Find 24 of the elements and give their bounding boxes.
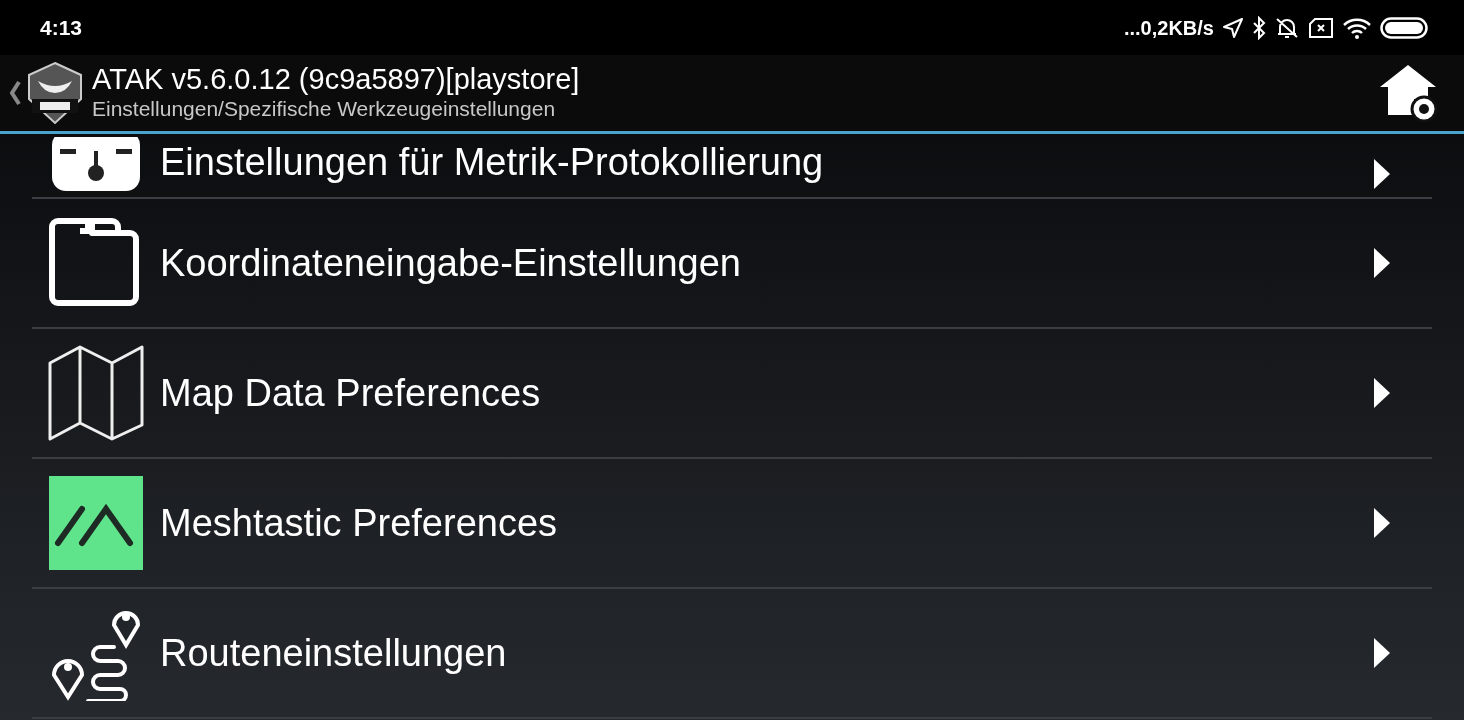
network-speed: ...0,2KB/s xyxy=(1123,15,1214,41)
app-title: ATAK v5.6.0.12 (9c9a5897)[playstore] xyxy=(92,64,581,97)
muted-bell-icon xyxy=(1274,15,1300,40)
preference-label[interactable]: Routeneinstellungen xyxy=(160,624,1372,682)
chevron-right-icon[interactable] xyxy=(1372,506,1392,540)
chevron-right-icon[interactable] xyxy=(1372,376,1392,410)
battery-icon xyxy=(1380,16,1428,39)
preference-label[interactable]: Meshtastic Preferences xyxy=(160,494,1372,552)
sim-icon xyxy=(1308,16,1334,39)
home-settings-icon[interactable] xyxy=(1378,63,1438,123)
preference-label[interactable]: Einstellungen für Metrik-Protokollierung xyxy=(160,134,1372,191)
folded-map-icon xyxy=(48,345,144,441)
chevron-right-icon[interactable] xyxy=(1372,157,1392,191)
breadcrumb-path: Einstellungen/Spezifische Werkzeugeinstellungen xyxy=(92,96,557,122)
mesh-logo-icon xyxy=(48,475,144,571)
preference-label[interactable]: Koordinateneingabe-Einstellungen xyxy=(160,234,1372,292)
preference-label[interactable]: Map Data Preferences xyxy=(160,364,1372,422)
back-icon[interactable] xyxy=(8,79,22,107)
shield-logo-icon xyxy=(26,61,84,125)
chevron-right-icon[interactable] xyxy=(1372,636,1392,670)
bluetooth-icon xyxy=(1252,15,1266,40)
location-icon xyxy=(1222,16,1244,39)
chevron-right-icon[interactable] xyxy=(1372,246,1392,280)
clock-time: 4:13 xyxy=(40,14,83,41)
